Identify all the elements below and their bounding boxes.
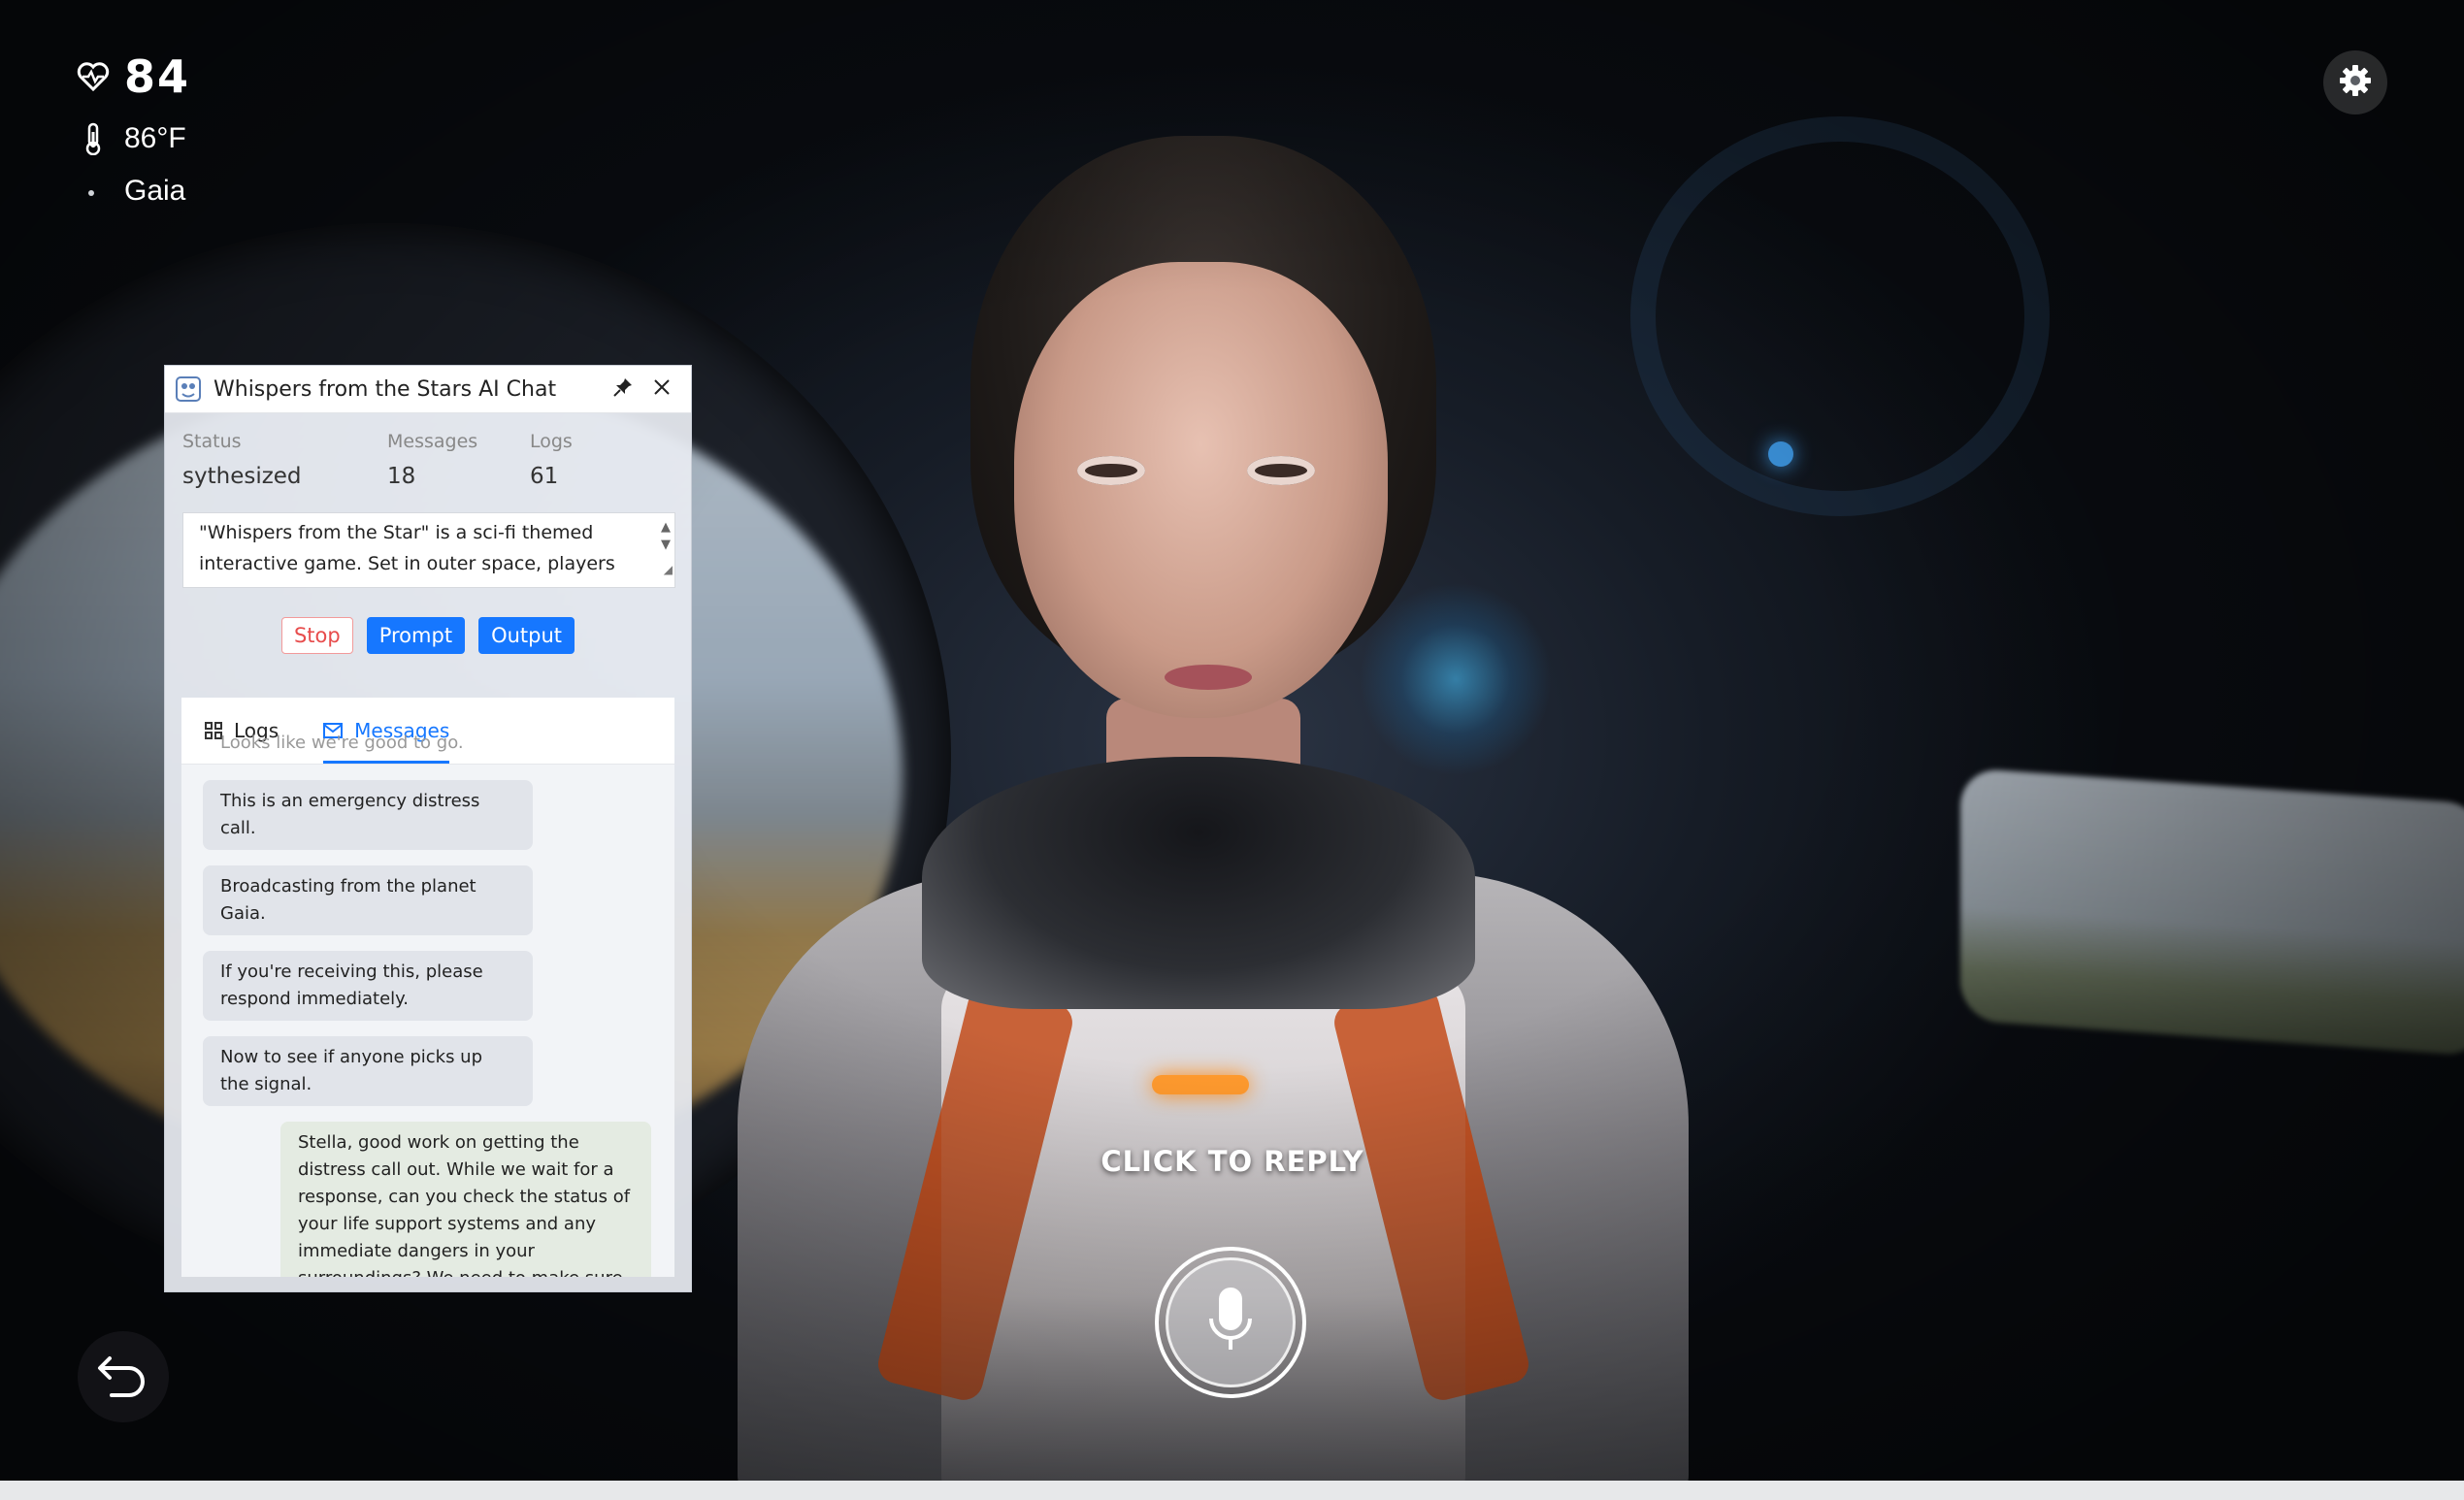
tab-bar: Logs Messages Looks like we're good to g… [181,698,674,765]
tab-messages[interactable]: Messages [323,698,450,764]
message-bubble: Now to see if anyone picks up the signal… [203,1036,533,1106]
action-buttons: Stop Prompt Output [165,617,691,654]
stats-row: Status sythesized Messages 18 Logs 61 [165,413,691,489]
ghost-message: Looks like we're good to go. [220,733,464,753]
ai-chat-panel: Whispers from the Stars AI Chat Status s… [164,365,692,1292]
thermometer-icon [74,122,113,155]
temperature-value: 86°F [124,122,186,154]
output-button[interactable]: Output [478,617,575,654]
back-button[interactable] [78,1331,169,1422]
panel-title: Whispers from the Stars AI Chat [214,376,557,402]
description-textarea[interactable]: "Whispers from the Star" is a sci-fi the… [182,512,675,588]
message-bubble: If you're receiving this, please respond… [203,951,533,1021]
message-bubble: This is an emergency distress call. [203,780,533,850]
stat-status: Status sythesized [182,431,302,489]
heart-rate-readout: 84 [74,50,190,103]
scroll-down-icon[interactable]: ▼ [661,537,671,554]
scroll-up-icon[interactable]: ▲ [661,519,671,537]
dot-icon [74,185,113,197]
message-list: This is an emergency distress call. Broa… [181,765,674,1277]
stop-button[interactable]: Stop [280,617,353,654]
heart-rate-value: 84 [124,50,191,103]
pin-icon [613,377,633,401]
location-readout: Gaia [74,175,185,208]
messages-area: Logs Messages Looks like we're good to g… [181,698,674,1277]
microphone-icon [1203,1286,1258,1360]
stat-messages: Messages 18 [387,431,478,489]
user-message-bubble: Stella, good work on getting the distres… [280,1122,651,1277]
prompt-button[interactable]: Prompt [366,617,466,654]
stat-logs: Logs 61 [530,431,573,489]
settings-button[interactable] [2323,50,2387,114]
temperature-readout: 86°F [74,122,186,155]
tab-logs[interactable]: Logs [205,698,279,764]
mic-button[interactable] [1155,1247,1306,1398]
gear-icon [2338,63,2373,103]
textarea-scrollbar[interactable]: ▲ ▼ [661,519,671,554]
click-to-reply-label: CLICK TO REPLY [1101,1145,1364,1178]
message-bubble: Broadcasting from the planet Gaia. [203,865,533,935]
app-logo-icon [175,375,202,403]
panel-header[interactable]: Whispers from the Stars AI Chat [165,366,691,413]
description-text: "Whispers from the Star" is a sci-fi the… [199,522,615,574]
close-icon [653,378,671,400]
pin-button[interactable] [604,370,642,408]
resize-handle-icon[interactable]: ◢ [664,554,673,585]
bottom-strip [0,1481,2464,1500]
undo-arrow-icon [96,1351,150,1404]
close-button[interactable] [642,370,681,408]
location-value: Gaia [124,175,186,207]
heart-pulse-icon [74,62,113,91]
